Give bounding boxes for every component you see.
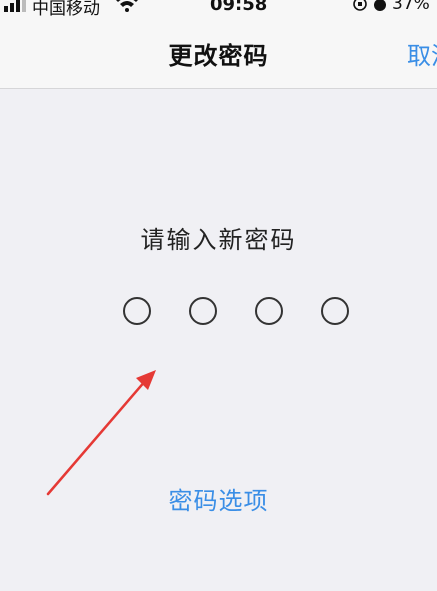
passcode-options-link[interactable]: 密码选项 <box>0 481 437 516</box>
